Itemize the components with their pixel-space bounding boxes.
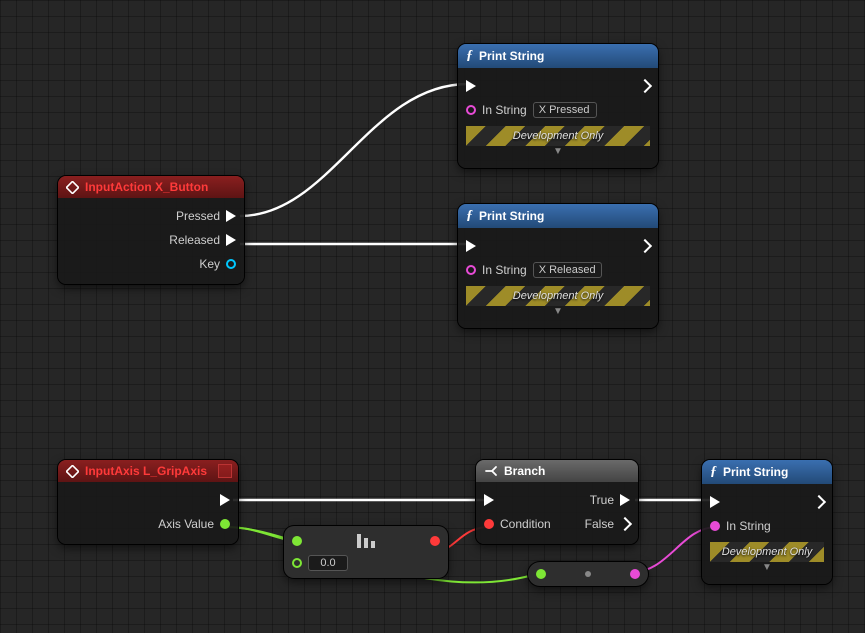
node-print-string-2[interactable]: ƒ Print String In String X Released Deve…	[458, 204, 658, 328]
node-title-text: InputAction X_Button	[85, 180, 208, 194]
development-only-banner: Development Only	[466, 126, 650, 146]
exec-out-icon	[220, 494, 230, 506]
pin-exec-out[interactable]	[814, 497, 824, 507]
development-only-banner: Development Only	[466, 286, 650, 306]
data-pin-icon	[630, 569, 640, 579]
float-input-field[interactable]: 0.0	[308, 555, 348, 571]
pin-exec-in[interactable]	[466, 80, 476, 92]
node-compare-float[interactable]: 0.0	[284, 526, 448, 578]
pin-result[interactable]	[430, 536, 440, 546]
pin-key[interactable]: Key	[199, 257, 236, 271]
pin-in-string[interactable]: In String X Released	[466, 262, 602, 278]
function-f-icon: ƒ	[466, 48, 473, 64]
data-pin-icon	[430, 536, 440, 546]
exec-in-icon	[710, 496, 720, 508]
node-input-axis[interactable]: InputAxis L_GripAxis Axis Value	[58, 460, 238, 544]
data-pin-icon	[226, 259, 236, 269]
node-title: Branch	[476, 460, 638, 482]
pin-true[interactable]: True	[590, 493, 630, 507]
pin-exec-in[interactable]	[710, 496, 720, 508]
data-pin-icon	[466, 265, 476, 275]
node-branch[interactable]: Branch True Condition False	[476, 460, 638, 544]
pin-released[interactable]: Released	[169, 233, 236, 247]
pin-axis-value[interactable]: Axis Value	[158, 517, 230, 531]
node-title-text: InputAxis L_GripAxis	[85, 464, 207, 478]
development-only-banner: Development Only	[710, 542, 824, 562]
node-input-action[interactable]: InputAction X_Button Pressed Released Ke…	[58, 176, 244, 284]
node-title-text: Branch	[504, 464, 545, 478]
exec-out-icon	[812, 495, 826, 509]
pin-exec-in[interactable]	[484, 494, 494, 506]
exec-out-icon	[226, 210, 236, 222]
exec-out-icon	[638, 239, 652, 253]
pin-exec-in[interactable]	[466, 240, 476, 252]
node-title: InputAction X_Button	[58, 176, 244, 198]
data-pin-icon	[536, 569, 546, 579]
pin-exec-out[interactable]	[640, 81, 650, 91]
node-title-text: Print String	[479, 49, 544, 63]
node-title: ƒ Print String	[458, 204, 658, 228]
pin-b[interactable]: 0.0	[292, 555, 348, 571]
pin-in[interactable]	[536, 569, 546, 579]
data-pin-icon	[292, 558, 302, 568]
branch-arrow-icon	[484, 464, 498, 478]
conversion-dot-icon	[585, 571, 591, 577]
data-pin-icon	[220, 519, 230, 529]
expand-caret-icon[interactable]: ▼	[710, 562, 824, 576]
exec-out-icon	[638, 79, 652, 93]
expand-caret-icon[interactable]: ▼	[466, 306, 650, 320]
expand-chip-icon[interactable]	[218, 464, 232, 478]
pin-false[interactable]: False	[585, 517, 630, 531]
pin-in-string[interactable]: In String	[710, 519, 771, 533]
pin-condition[interactable]: Condition	[484, 517, 551, 531]
pin-out[interactable]	[630, 569, 640, 579]
data-pin-icon	[292, 536, 302, 546]
node-title: ƒ Print String	[702, 460, 832, 484]
data-pin-icon	[484, 519, 494, 529]
exec-in-icon	[484, 494, 494, 506]
pin-exec-out[interactable]	[220, 494, 230, 506]
in-string-field[interactable]: X Pressed	[533, 102, 597, 118]
compare-bars-icon	[312, 532, 420, 550]
exec-in-icon	[466, 80, 476, 92]
event-diamond-icon	[66, 465, 79, 478]
node-title: InputAxis L_GripAxis	[58, 460, 238, 482]
pin-pressed[interactable]: Pressed	[176, 209, 236, 223]
function-f-icon: ƒ	[710, 464, 717, 480]
exec-out-icon	[620, 494, 630, 506]
node-float-to-string[interactable]	[528, 562, 648, 586]
data-pin-icon	[466, 105, 476, 115]
node-title-text: Print String	[723, 465, 788, 479]
in-string-field[interactable]: X Released	[533, 262, 602, 278]
node-title: ƒ Print String	[458, 44, 658, 68]
event-diamond-icon	[66, 181, 79, 194]
function-f-icon: ƒ	[466, 208, 473, 224]
pin-exec-out[interactable]	[640, 241, 650, 251]
exec-in-icon	[466, 240, 476, 252]
node-title-text: Print String	[479, 209, 544, 223]
exec-out-icon	[226, 234, 236, 246]
node-print-string-3[interactable]: ƒ Print String In String Development Onl…	[702, 460, 832, 584]
node-print-string-1[interactable]: ƒ Print String In String X Pressed Devel…	[458, 44, 658, 168]
exec-out-icon	[618, 517, 632, 531]
expand-caret-icon[interactable]: ▼	[466, 146, 650, 160]
pin-a[interactable]	[292, 536, 302, 546]
pin-in-string[interactable]: In String X Pressed	[466, 102, 597, 118]
data-pin-icon	[710, 521, 720, 531]
